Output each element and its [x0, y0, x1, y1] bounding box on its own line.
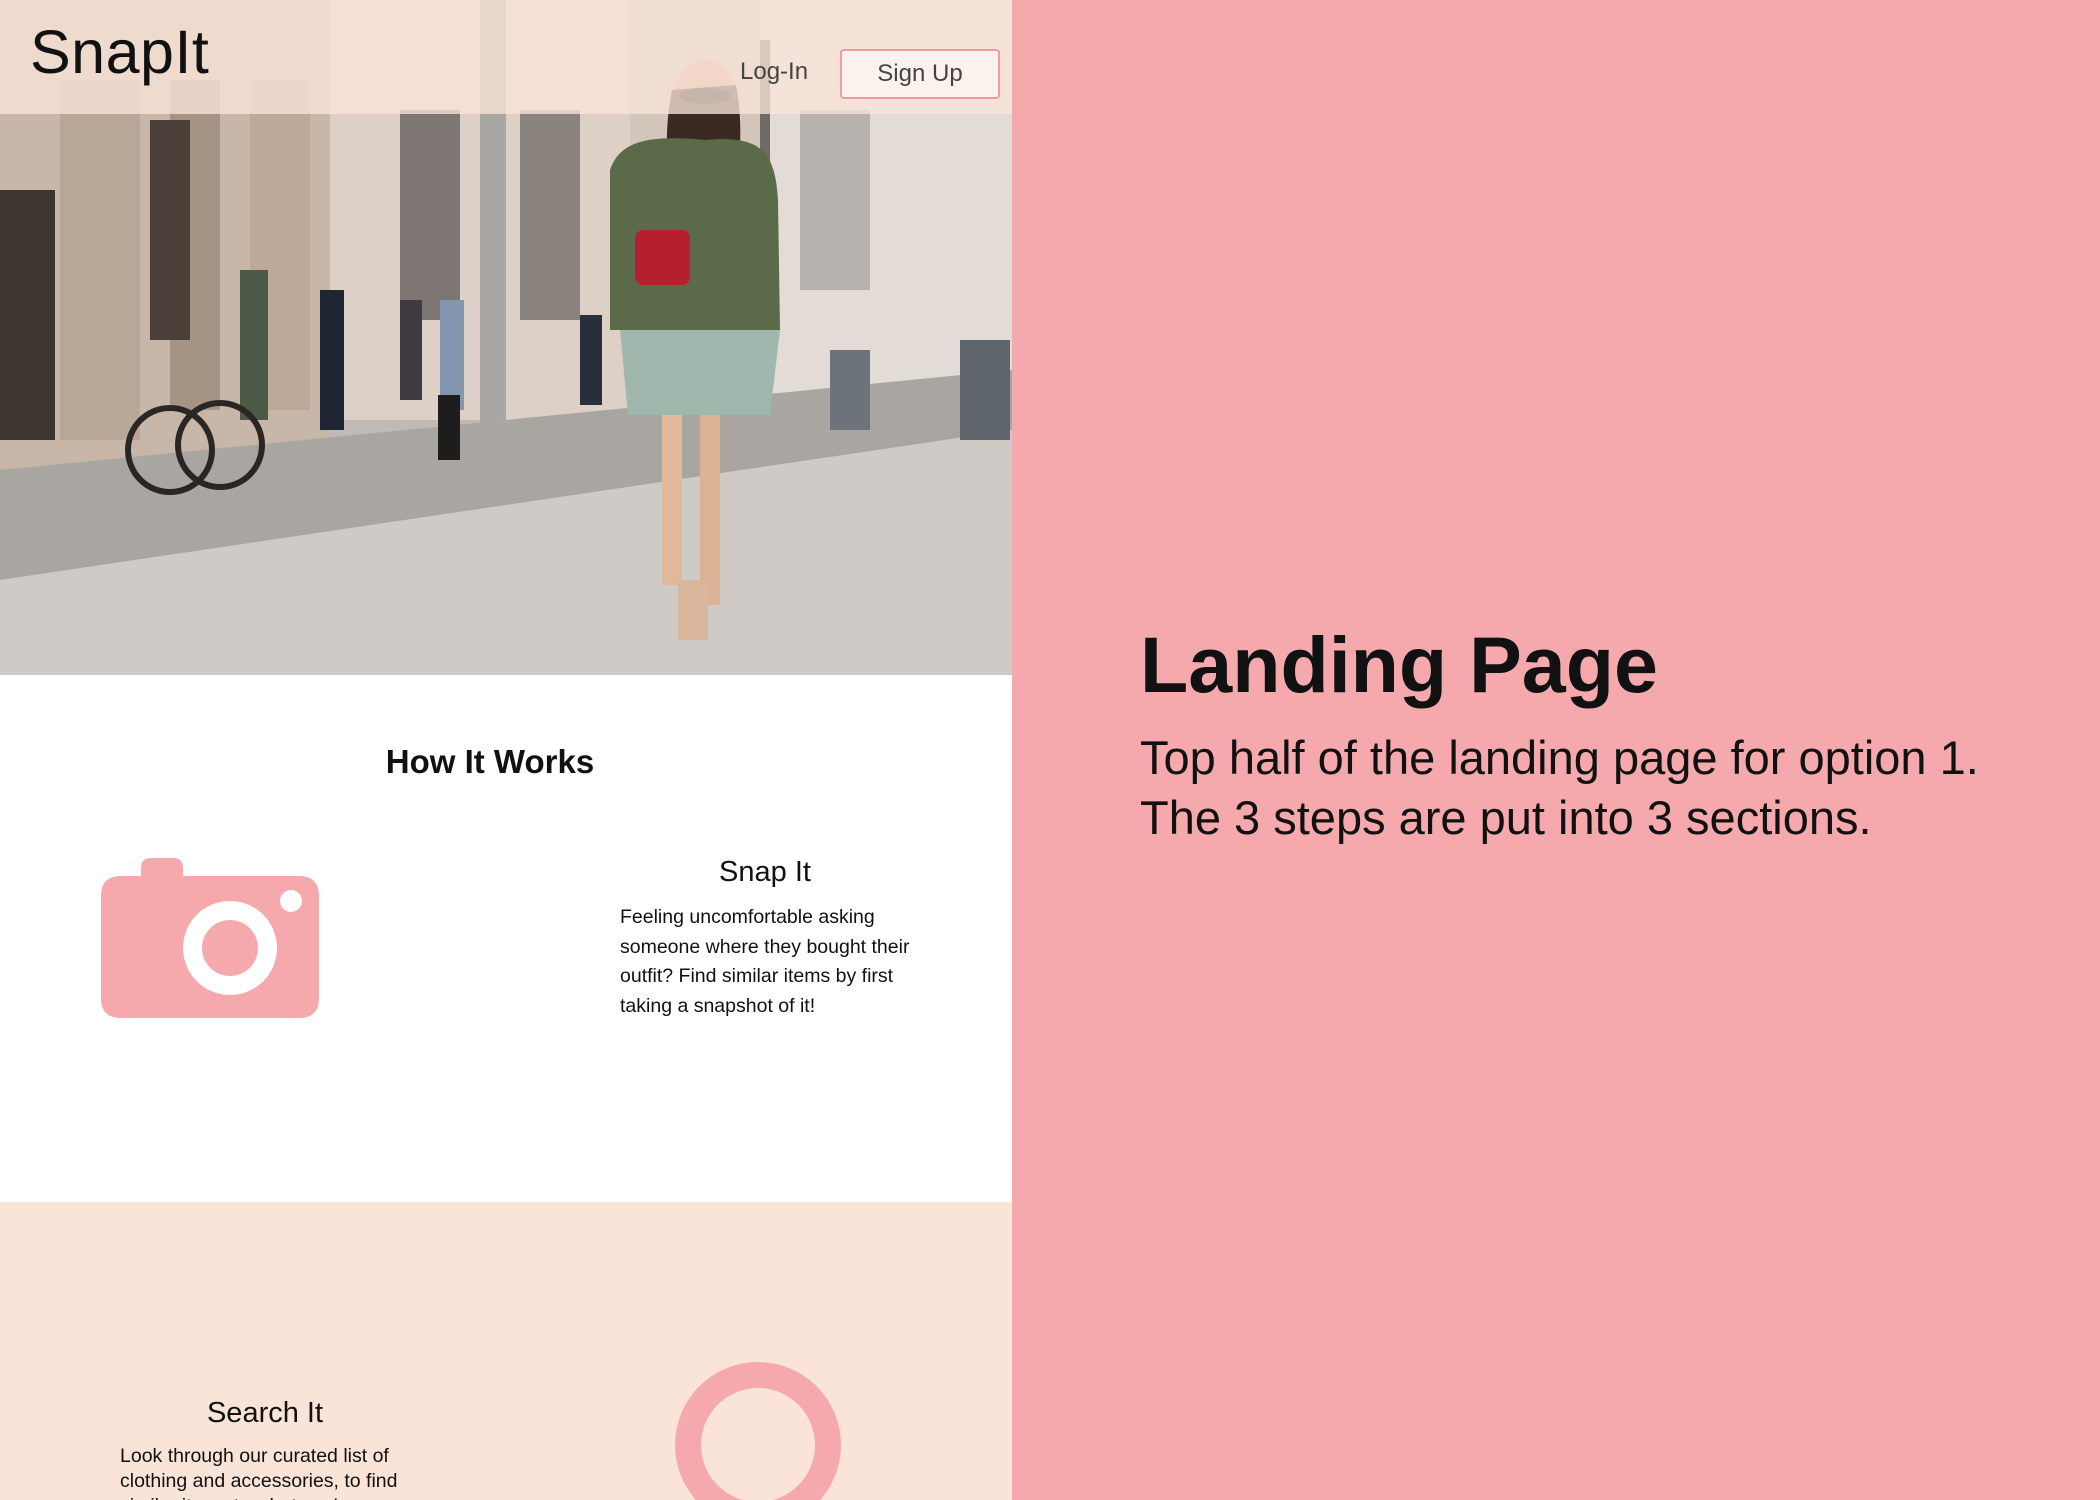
- section-title: How It Works: [385, 743, 595, 780]
- step-title-search: Search It: [206, 1397, 324, 1429]
- step-description-search: Look through our curated list of clothin…: [120, 1445, 398, 1500]
- search-icon: [675, 1362, 844, 1500]
- login-link[interactable]: Log-In: [740, 60, 808, 84]
- annotation-description: Top half of the landing page for option …: [1140, 731, 1979, 844]
- navbar: SnapIt Log-In Sign Up: [0, 0, 1012, 114]
- step-description-snap: Feeling uncomfortable asking someone whe…: [620, 906, 910, 1017]
- annotation-panel: Landing Page Top half of the landing pag…: [1012, 0, 2100, 1500]
- site-logo[interactable]: SnapIt: [30, 22, 209, 83]
- signup-button[interactable]: Sign Up: [840, 49, 1000, 99]
- search-it-section: Search It Look through our curated list …: [0, 1202, 1012, 1500]
- step-title-snap: Snap It: [719, 856, 811, 888]
- landing-page-mockup: SnapIt Log-In Sign Up How It Works Snap …: [0, 0, 1012, 1500]
- how-it-works-section: How It Works Snap It Feeling uncomfortab…: [0, 675, 1012, 1202]
- camera-icon: [101, 858, 319, 1018]
- hero-image: SnapIt Log-In Sign Up: [0, 0, 1012, 675]
- annotation-title: Landing Page: [1140, 620, 1658, 709]
